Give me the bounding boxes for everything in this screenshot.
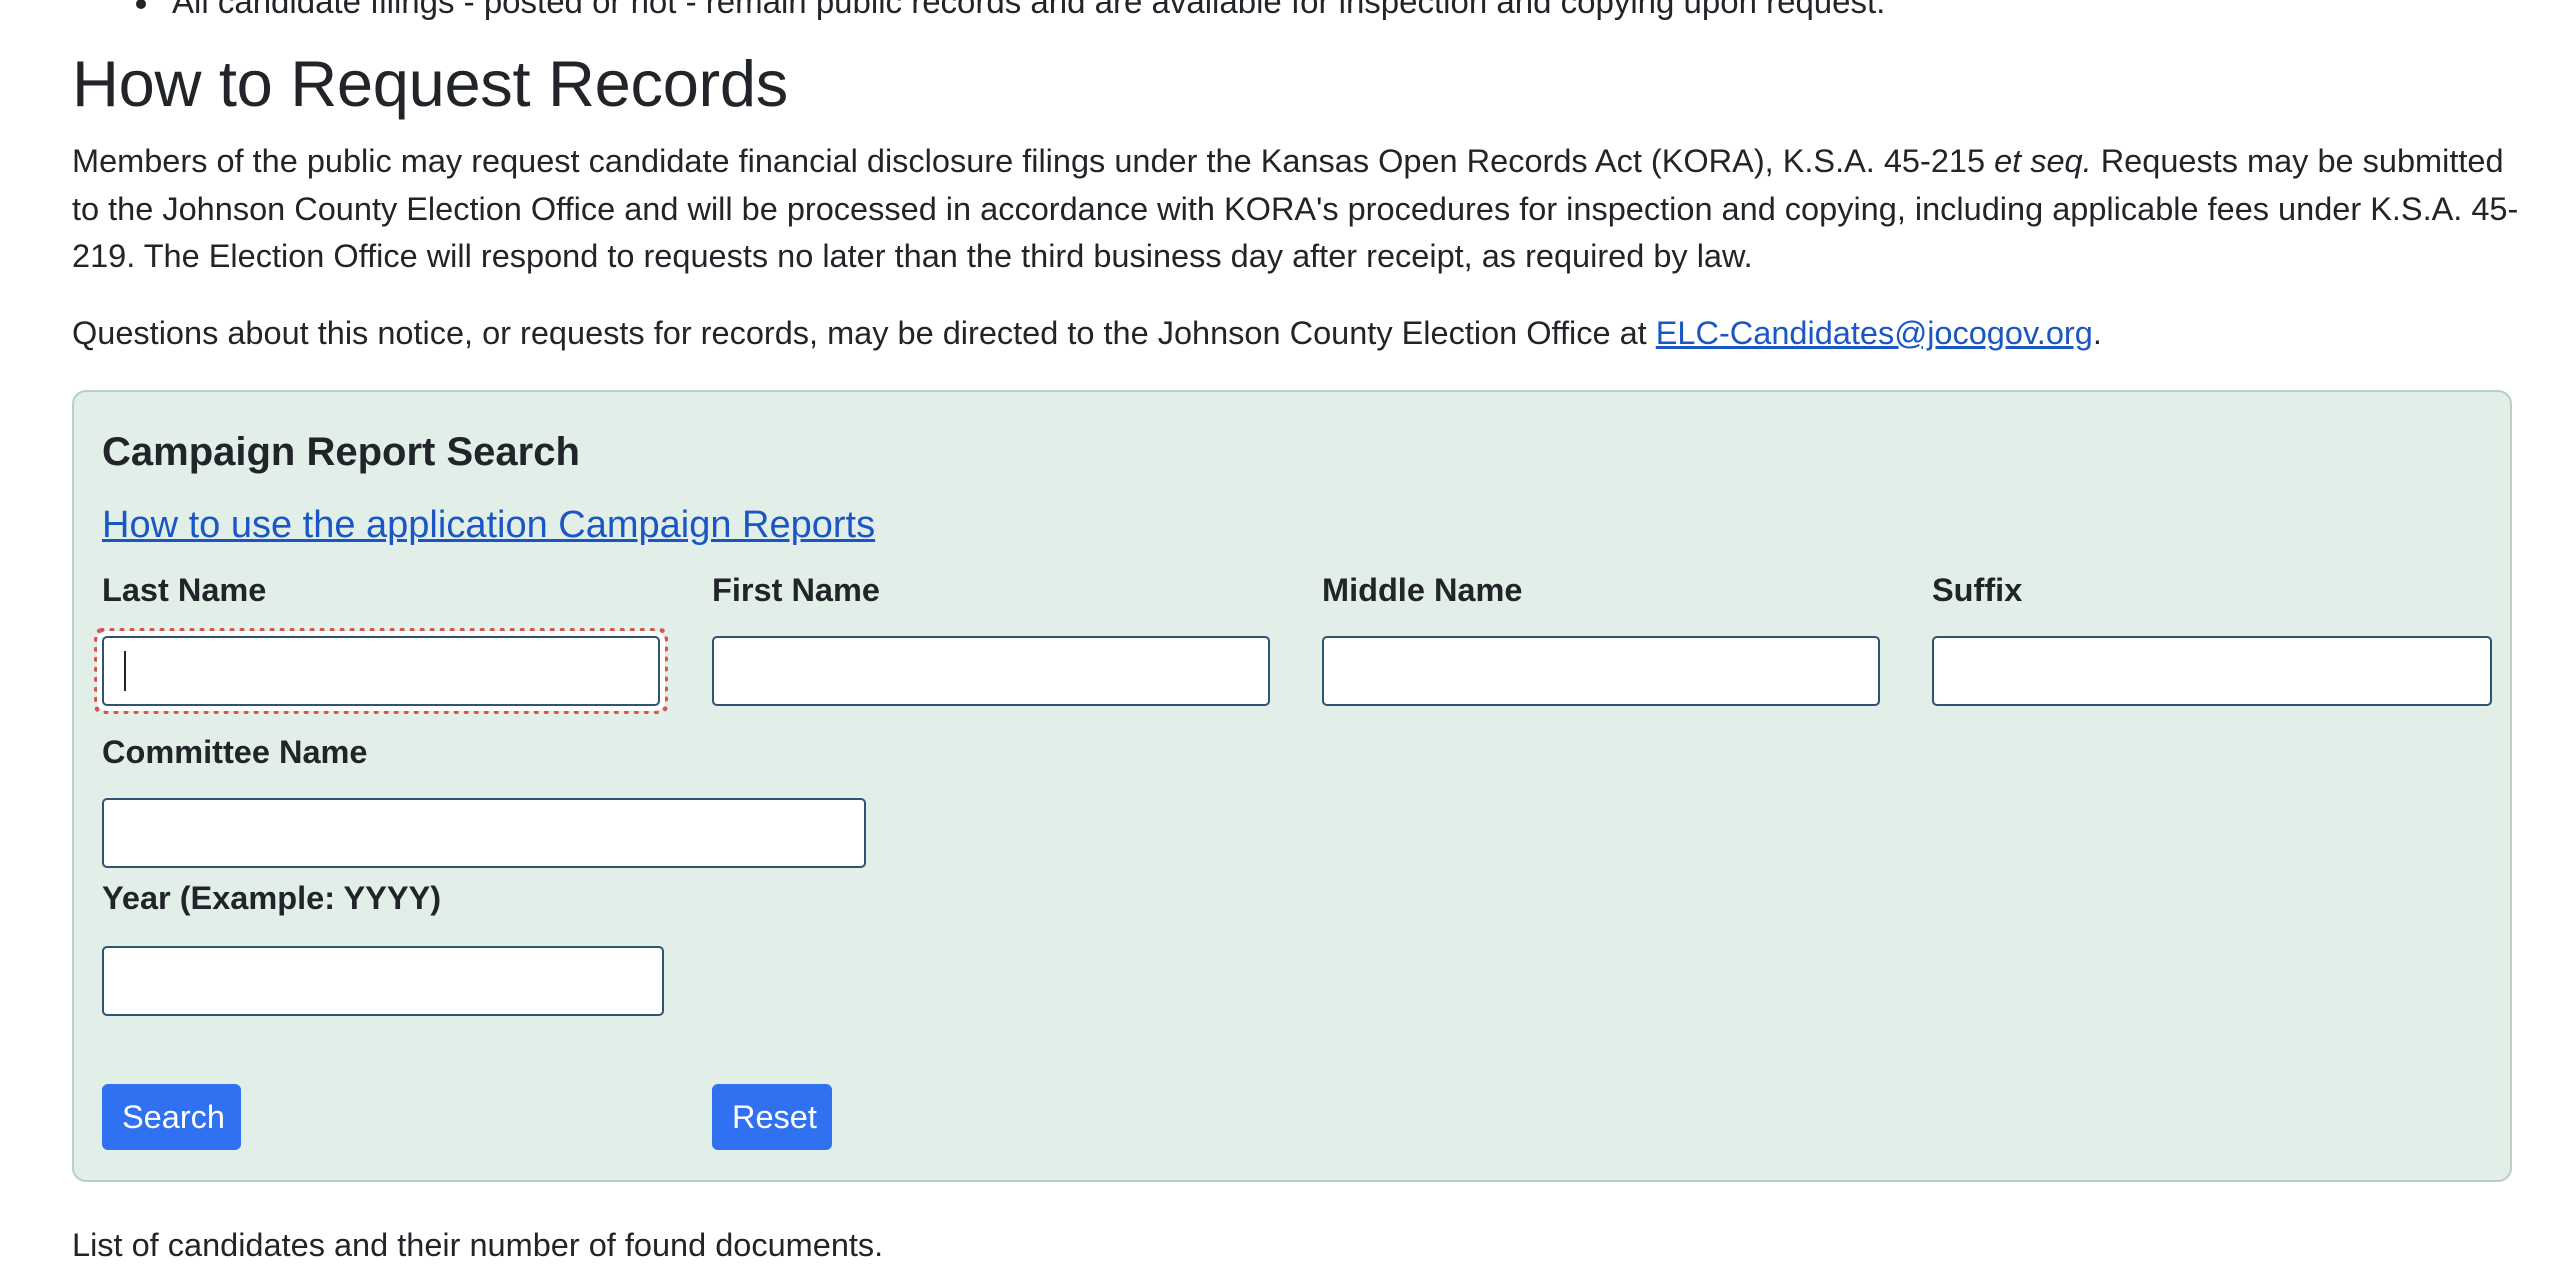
text-caret	[124, 651, 126, 691]
first-name-label: First Name	[712, 572, 880, 608]
contact-paragraph: Questions about this notice, or requests…	[72, 310, 2532, 358]
request-text-1: Members of the public may request candid…	[72, 143, 1995, 179]
year-input[interactable]	[102, 946, 664, 1016]
contact-text: Questions about this notice, or requests…	[72, 315, 1656, 351]
year-label: Year (Example: YYYY)	[102, 880, 442, 916]
results-caption: List of candidates and their number of f…	[72, 1227, 884, 1263]
top-partial-line: All candidate filings - posted or not - …	[136, 0, 1885, 22]
middle-name-label: Middle Name	[1322, 572, 1523, 608]
last-name-input[interactable]	[102, 636, 660, 706]
contact-email-link[interactable]: ELC-Candidates@jocogov.org	[1656, 315, 2093, 351]
contact-text-end: .	[2092, 315, 2102, 351]
request-text-italic: et seq.	[1994, 143, 2092, 179]
help-link[interactable]: How to use the application Campaign Repo…	[102, 500, 875, 550]
reset-button[interactable]: Reset	[712, 1084, 832, 1150]
panel-title: Campaign Report Search	[102, 430, 580, 474]
request-paragraph: Members of the public may request candid…	[72, 138, 2532, 281]
campaign-report-search-panel: Campaign Report Search How to use the ap…	[72, 390, 2512, 1182]
last-name-label: Last Name	[102, 572, 267, 608]
top-partial-text: All candidate filings - posted or not - …	[172, 0, 1886, 20]
suffix-label: Suffix	[1932, 572, 2023, 608]
first-name-input[interactable]	[712, 636, 1270, 706]
committee-name-input[interactable]	[102, 798, 866, 868]
middle-name-input[interactable]	[1322, 636, 1880, 706]
bullet-icon	[136, 0, 146, 10]
search-button[interactable]: Search	[102, 1084, 241, 1150]
suffix-input[interactable]	[1932, 636, 2492, 706]
committee-name-label: Committee Name	[102, 734, 368, 770]
page-heading: How to Request Records	[72, 47, 788, 120]
